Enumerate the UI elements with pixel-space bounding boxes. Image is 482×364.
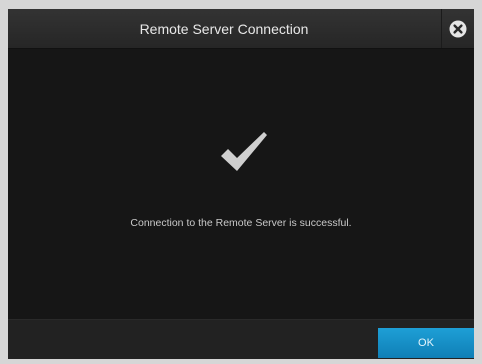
checkmark-icon (221, 132, 267, 171)
close-circle-icon[interactable] (449, 20, 467, 38)
dialog-title: Remote Server Connection (139, 21, 309, 37)
dialog-titlebar: Remote Server Connection (8, 9, 474, 49)
close-button[interactable] (442, 9, 474, 48)
dialog-window: Remote Server Connection Connection to t… (8, 9, 474, 359)
dialog-content: Connection to the Remote Server is succe… (8, 49, 474, 319)
ok-button[interactable]: OK (378, 328, 474, 358)
status-message: Connection to the Remote Server is succe… (130, 217, 352, 229)
dialog-footer: OK (8, 319, 474, 359)
